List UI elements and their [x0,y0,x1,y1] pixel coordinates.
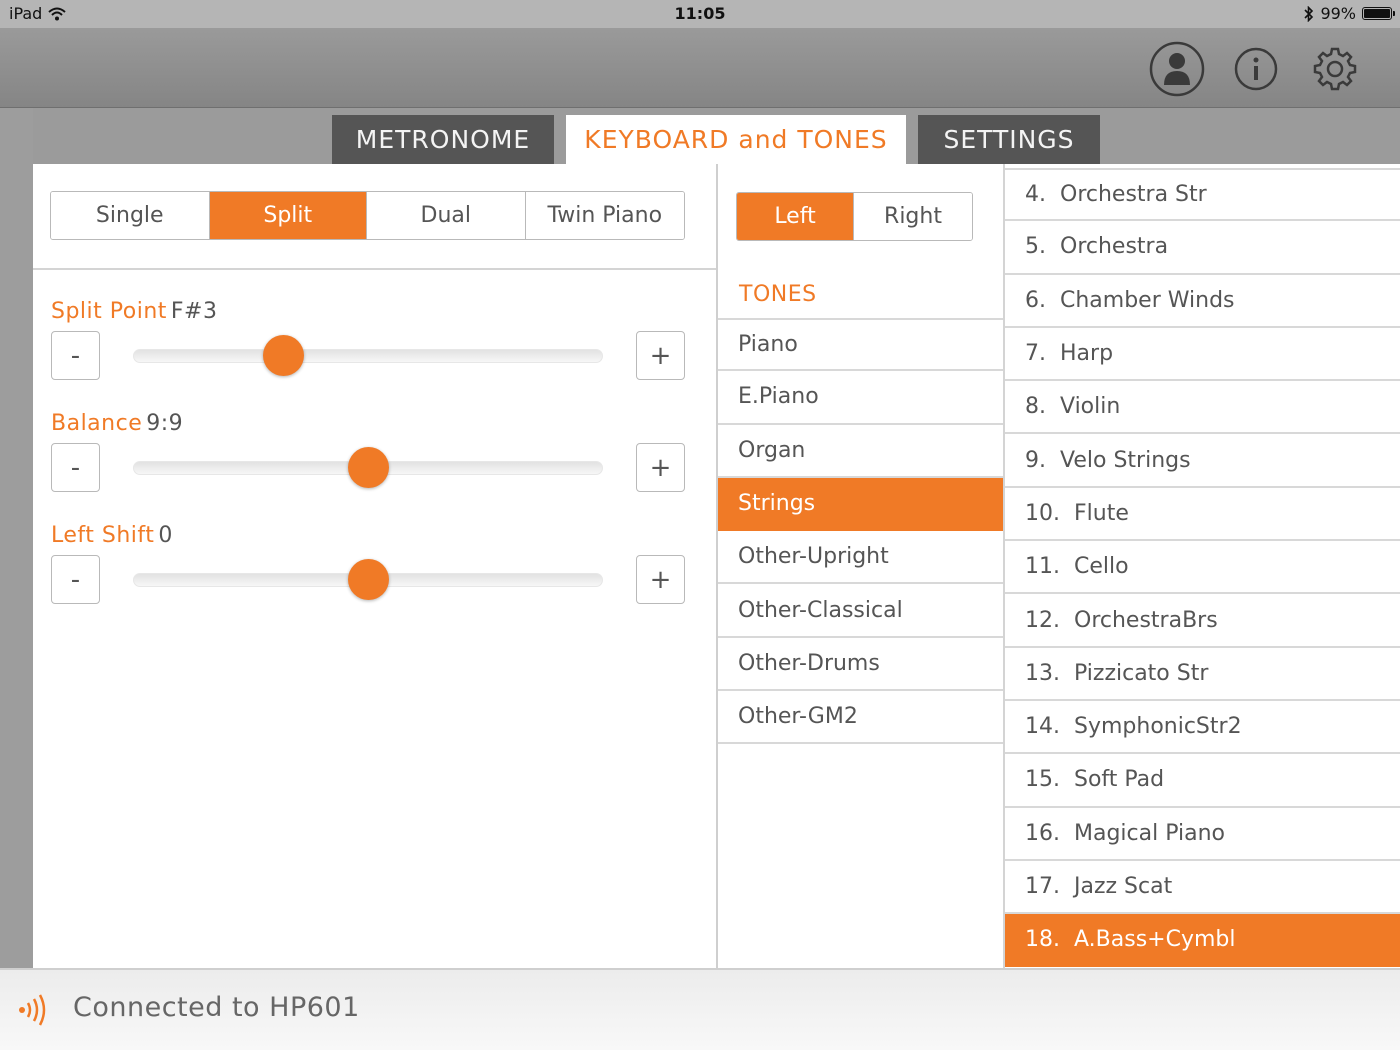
variation-number: 17. [1025,874,1060,899]
tab-metronome[interactable]: METRONOME [332,115,554,164]
top-bar [0,28,1400,108]
variation-name: Orchestra Str [1060,182,1207,208]
tab-settings[interactable]: SETTINGS [918,115,1100,164]
variation-name: Harp [1060,341,1114,367]
tone-category-item[interactable]: Piano [718,318,1003,372]
variation-number: 5. [1025,234,1046,260]
tone-variation-item[interactable]: 7. Harp [1005,328,1400,382]
variation-number: 9. [1025,447,1046,473]
split-point-slider-knob[interactable] [262,335,304,376]
tab-keyboard-and-tones[interactable]: KEYBOARD and TONES [566,115,906,164]
variation-name: Soft Pad [1074,767,1165,793]
split-point-minus-button[interactable]: - [51,331,100,380]
connection-footer: Connected to HP601 [0,968,1400,1050]
tone-variation-item[interactable]: 13. Pizzicato Str [1005,648,1400,701]
variation-name: Orchestra [1060,234,1169,260]
tone-category-item[interactable]: Other-GM2 [718,691,1003,745]
variation-name: Pizzicato Str [1074,660,1209,686]
variation-number: 4. [1025,182,1046,208]
left-shift-value: 0 [158,523,173,548]
split-point-value: F#3 [170,299,218,324]
user-icon[interactable] [1149,41,1205,97]
balance-value: 9:9 [146,411,184,436]
tone-category-item[interactable]: Other-Classical [718,584,1003,638]
variation-number: 12. [1025,607,1060,633]
tab-strip: METRONOME KEYBOARD and TONES SETTINGS [33,108,1400,164]
tone-variation-item[interactable]: 14. SymphonicStr2 [1005,701,1400,755]
left-right-selector: Left Right [736,192,973,241]
variation-number: 18. [1025,927,1060,953]
split-point-label: Split Point F#3 [51,299,218,324]
gear-icon[interactable] [1307,41,1363,97]
left-shift-label: Left Shift 0 [51,523,173,548]
tone-category-item[interactable]: Other-Drums [718,638,1003,692]
balance-minus-button[interactable]: - [51,443,100,492]
tone-variation-item[interactable]: 18. A.Bass+Cymbl [1005,914,1400,968]
left-shift-slider-knob[interactable] [347,559,389,600]
tone-variation-item[interactable]: 8. Violin [1005,381,1400,435]
balance-slider-knob[interactable] [347,447,389,488]
variation-number: 14. [1025,714,1060,740]
mode-split-button[interactable]: Split [209,192,367,239]
split-point-plus-button[interactable]: + [636,331,685,380]
variation-name: Jazz Scat [1074,874,1173,899]
tone-variation-item[interactable]: 15. Soft Pad [1005,754,1400,808]
mode-dual-button[interactable]: Dual [367,192,526,239]
left-part-button[interactable]: Left [737,193,855,240]
balance-plus-button[interactable]: + [636,443,685,492]
variation-name: Flute [1074,500,1129,526]
tone-category-item[interactable]: E.Piano [718,371,1003,425]
tone-category-item[interactable]: Organ [718,425,1003,478]
tone-variation-item[interactable]: 11. Cello [1005,541,1400,595]
variation-name: Velo Strings [1060,447,1191,473]
left-shift-plus-button[interactable]: + [636,555,685,604]
split-point-slider-track[interactable] [133,349,603,363]
status-bar: iPad 11:05 99% [0,0,1400,28]
variation-name: Magical Piano [1074,820,1226,846]
variation-number: 13. [1025,660,1060,686]
tone-category-item[interactable]: Strings [718,477,1003,532]
tone-variation-item[interactable]: 17. Jazz Scat [1005,861,1400,915]
battery-icon [1362,7,1395,20]
variation-name: Cello [1074,554,1129,580]
connection-status-text: Connected to HP601 [73,992,360,1023]
tone-variation-item[interactable]: 4. Orchestra Str [1005,168,1400,222]
tone-variation-item[interactable]: 9. Velo Strings [1005,434,1400,488]
keyboard-mode-panel: Single Split Dual Twin Piano Split Point… [33,164,716,968]
variation-number: 15. [1025,767,1060,793]
variation-number: 6. [1025,287,1046,313]
bluetooth-icon [1304,5,1314,22]
variation-name: Chamber Winds [1060,287,1235,313]
main-content: Single Split Dual Twin Piano Split Point… [33,164,1400,968]
variation-number: 10. [1025,500,1060,526]
variation-name: Violin [1060,394,1121,420]
tone-variation-item[interactable]: 16. Magical Piano [1005,808,1400,861]
tone-category-item[interactable]: Other-Upright [718,531,1003,585]
tones-title: TONES [739,282,817,307]
variation-number: 7. [1025,341,1046,367]
mode-single-button[interactable]: Single [51,192,210,239]
variation-number: 8. [1025,394,1046,420]
variation-number: 11. [1025,554,1060,580]
battery-percent: 99% [1320,4,1356,23]
right-part-button[interactable]: Right [854,193,972,240]
tone-variation-item[interactable]: 12. OrchestraBrs [1005,594,1400,648]
info-icon[interactable] [1228,41,1284,97]
balance-label: Balance 9:9 [51,411,184,436]
variation-number: 16. [1025,820,1060,846]
tone-category-list: Piano E.Piano Organ Strings Other-Upright Oth… [718,318,1003,745]
connection-signal-icon [19,994,46,1026]
keyboard-mode-selector: Single Split Dual Twin Piano [50,191,685,240]
variation-name: SymphonicStr2 [1074,714,1242,740]
tone-variation-list: 4. Orchestra Str 5. Orchestra 6. Chamber Wind… [1005,168,1400,968]
tone-variation-item[interactable]: 10. Flute [1005,488,1400,542]
tone-variation-item[interactable]: 6. Chamber Winds [1005,275,1400,328]
status-time: 11:05 [674,4,726,23]
variation-name: OrchestraBrs [1074,607,1218,633]
left-shift-minus-button[interactable]: - [51,555,100,604]
tone-variation-item[interactable]: 5. Orchestra [1005,221,1400,275]
mode-twin-piano-button[interactable]: Twin Piano [525,192,684,239]
variation-name: A.Bass+Cymbl [1074,927,1236,953]
